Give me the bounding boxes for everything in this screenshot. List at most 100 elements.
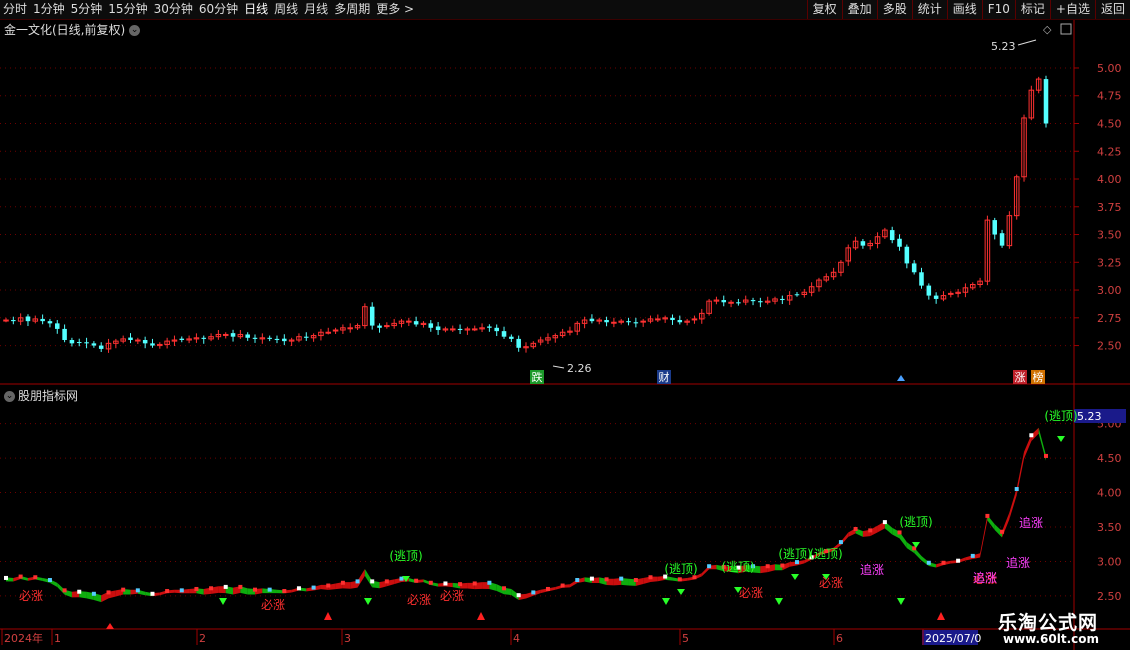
signal-label-escape-top: (逃顶) [778,547,811,561]
candle-body [721,300,727,303]
candle-body [633,322,639,324]
down-arrow-icon [662,598,670,605]
indicator-bar [179,588,184,593]
up-arrow-icon [477,612,485,620]
candle-body [992,220,998,235]
x-tick-label: 6 [836,632,843,645]
candle-body [406,320,412,323]
y-tick-label: 2.50 [1097,590,1122,603]
y-tick-label: 5.00 [1097,62,1122,75]
candle-body [626,321,631,323]
candle-body [999,233,1005,246]
down-arrow-icon [897,598,905,605]
y-tick-label: 3.00 [1097,284,1122,297]
down-arrow-icon [219,598,227,605]
window-toggle-icon[interactable] [1060,23,1072,35]
candle-body [222,333,229,336]
event-marker-label: 财 [659,370,670,384]
candle-body [76,342,82,344]
x-tick-label: 3 [344,632,351,645]
candle-body [62,328,67,341]
indicator-bar [970,553,975,558]
candle-body [911,263,917,273]
indicator-bar [853,527,858,532]
signal-label-chase: 追涨 [1006,555,1030,570]
candle-body [926,285,932,296]
indicator-bar [604,577,609,582]
signal-label-chase: 追涨 [860,562,884,577]
indicator-bar [1029,433,1034,438]
indicator-bar [311,585,316,590]
candle-body [677,320,683,323]
indicator-bar [545,586,550,591]
indicator-bar [560,583,565,588]
indicator-bar [296,586,301,591]
candle-body [69,340,75,344]
signal-label-escape-top: (逃顶) [721,560,754,574]
indicator-bar [502,586,507,591]
candle-body [347,327,353,330]
down-arrow-icon [677,589,685,595]
indicator-bar [282,589,287,594]
indicator-bar [516,593,521,598]
indicator-bar [531,590,536,595]
indicator-bar [47,578,52,583]
indicator-bar [238,584,243,589]
y-tick-label: 3.25 [1097,256,1122,269]
y-tick-label: 4.50 [1097,452,1122,465]
candle-body [758,301,763,303]
candle-body [282,338,287,342]
indicator-bar [223,584,228,589]
indicator-bar [941,560,946,565]
indicator-bar [487,580,492,585]
high-price-label: 5.23 [991,40,1016,53]
indicator-bar [414,578,419,583]
candle-body [919,272,924,286]
event-up-icon [897,375,905,381]
candle-body [325,331,332,334]
indicator-bar [18,574,23,579]
low-price-label: 2.26 [567,362,592,375]
indicator-bar [677,577,682,582]
candle-body [449,328,456,331]
indicator-bar [326,583,331,588]
candle-body [516,338,521,348]
indicator-bar [472,581,477,586]
candle-body [904,246,910,264]
candle-body [274,338,280,341]
indicator-bar [707,564,712,569]
y-tick-label: 3.50 [1097,521,1122,534]
candle-body [471,328,478,331]
candle-body [611,321,617,324]
candle-body [750,300,756,302]
indicator-bar [384,579,389,584]
signal-label-escape-top: (逃顶) [664,562,697,576]
y-tick-label: 2.75 [1097,312,1122,325]
indicator-bar [62,588,67,593]
down-arrow-icon [791,574,799,580]
up-arrow-icon [324,612,332,620]
indicator-bar [780,563,785,568]
candle-body [47,321,53,324]
signal-label-must-rise: 必涨 [739,585,763,600]
indicator-bar [33,575,38,580]
candle-body [252,337,258,339]
candle-body [267,337,272,339]
low-price-arrow [552,365,565,369]
x-tick-label: 2025/07/0 [925,632,981,645]
candle-body [84,342,89,344]
signal-label-must-rise: 必涨 [19,588,43,603]
up-arrow-icon [937,612,945,620]
event-marker-label: 榜 [1033,370,1044,384]
candle-body [889,230,895,241]
candle-body [128,337,133,341]
ribbon-segment [357,569,365,588]
candle-body [142,340,148,344]
candle-body [1043,79,1049,124]
chart-canvas: 5.00 4.75 4.50 4.25 4.00 3.75 3.50 3.25 3.00 2.75… [0,20,1130,650]
y-tick-label: 4.00 [1097,487,1122,500]
indicator-bar [340,580,345,585]
candle-body [150,343,155,346]
high-price-arrow [1017,39,1037,46]
y-tick-label: 3.75 [1097,201,1122,214]
